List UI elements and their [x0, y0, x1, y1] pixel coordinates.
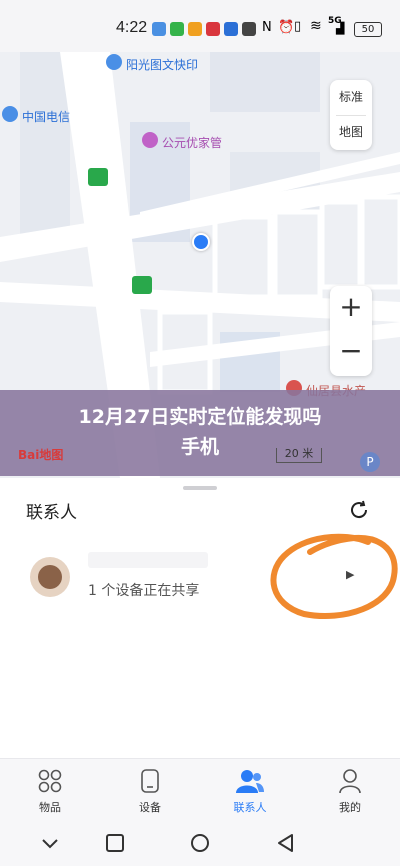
- back-triangle-icon[interactable]: [276, 833, 296, 853]
- poi-label[interactable]: 阳光图文快印: [126, 56, 198, 73]
- bus-stop-icon[interactable]: [132, 276, 152, 294]
- alarm-icon: ⏰: [278, 20, 295, 35]
- tab-label: 我的: [339, 801, 361, 814]
- system-navigation-bar: [0, 820, 400, 866]
- current-location-dot: [192, 233, 210, 251]
- app-notification-icon: [152, 22, 166, 36]
- map-layer-toggle[interactable]: 标准 地图: [330, 80, 372, 150]
- tab-items[interactable]: 物品: [0, 759, 100, 821]
- nfc-icon: N: [262, 20, 272, 35]
- poi-label[interactable]: 公元优家管: [162, 134, 222, 151]
- map-layer-option[interactable]: 地图: [330, 123, 372, 140]
- location-pin-icon: [106, 54, 122, 70]
- location-pin-icon: [2, 106, 18, 122]
- wechat-icon: [170, 22, 184, 36]
- baidu-map-logo: Bai地图: [18, 448, 64, 462]
- app-notification-icon: [188, 22, 202, 36]
- wifi-icon: ≋: [310, 18, 322, 34]
- title-banner: 12月27日实时定位能发现吗 手机: [0, 390, 400, 476]
- standard-layer-option[interactable]: 标准: [330, 88, 372, 105]
- device-icon: [141, 769, 159, 793]
- chevron-down-icon[interactable]: [41, 834, 59, 852]
- status-time: 4:22: [116, 19, 148, 36]
- annotation-circle: [270, 533, 398, 620]
- parking-icon: P: [360, 452, 380, 472]
- zoom-in-button[interactable]: +: [330, 290, 372, 323]
- person-icon: [339, 769, 361, 794]
- tab-label: 设备: [139, 801, 161, 814]
- tab-me[interactable]: 我的: [300, 759, 400, 821]
- share-status: 1 个设备正在共享: [88, 583, 200, 599]
- poi-label[interactable]: 中国电信: [22, 108, 70, 125]
- tab-label: 联系人: [233, 801, 267, 814]
- zoom-control: + −: [330, 286, 372, 376]
- drag-handle[interactable]: [183, 486, 217, 490]
- status-bar: 4:22 N ⏰ ▯ ≋ 5G ▟ 50: [0, 0, 400, 52]
- avatar: [30, 557, 70, 597]
- tab-contacts[interactable]: 联系人: [200, 759, 300, 821]
- contacts-sheet: 联系人 1 个设备正在共享 ▶: [0, 478, 400, 758]
- contact-name-blurred: [88, 552, 208, 568]
- app-notification-icon: [206, 22, 220, 36]
- shop-icon: [142, 132, 158, 148]
- app-notification-icon: [224, 22, 238, 36]
- recents-square-icon[interactable]: [105, 833, 125, 853]
- refresh-icon[interactable]: [348, 499, 370, 521]
- home-circle-icon[interactable]: [190, 833, 210, 853]
- bottom-tab-bar: 物品 设备 联系人 我的: [0, 758, 400, 821]
- battery-icon: 50: [354, 22, 382, 37]
- banner-title-line1: 12月27日实时定位能发现吗: [78, 406, 322, 428]
- bus-stop-icon[interactable]: [88, 168, 108, 186]
- zoom-out-button[interactable]: −: [330, 334, 372, 367]
- signal-icon: ▟: [336, 22, 345, 35]
- map-scale: 20 米: [276, 448, 322, 463]
- divider: [336, 115, 366, 116]
- tab-label: 物品: [39, 801, 61, 814]
- tab-devices[interactable]: 设备: [100, 759, 200, 821]
- grid-icon: [38, 769, 62, 793]
- vibrate-icon: ▯: [294, 19, 302, 34]
- app-notification-icon: [242, 22, 256, 36]
- section-heading: 联系人: [26, 503, 77, 523]
- contacts-icon: [236, 770, 264, 793]
